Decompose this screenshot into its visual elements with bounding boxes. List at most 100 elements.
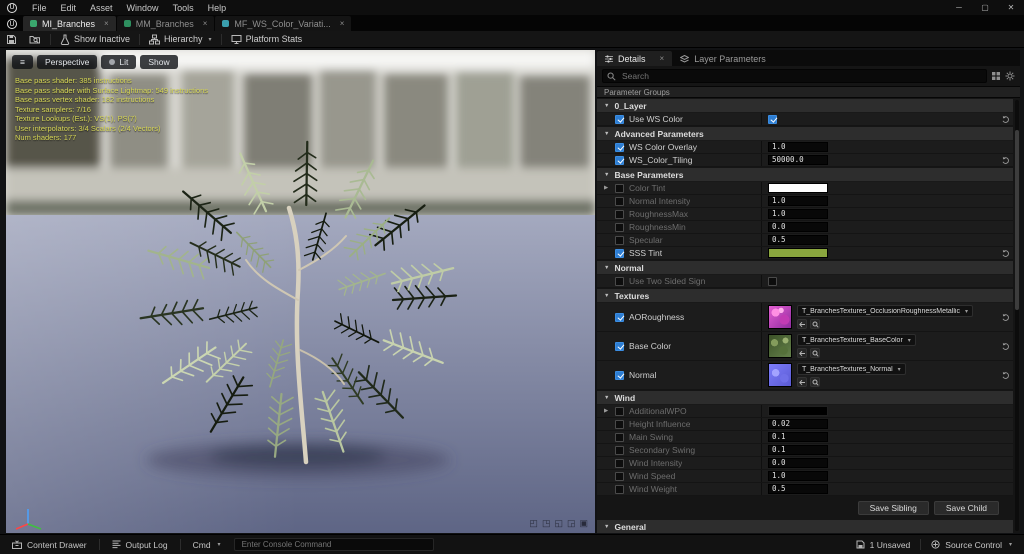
use-selected-asset-icon[interactable] (797, 348, 807, 358)
texture-thumbnail[interactable] (768, 305, 792, 329)
group-header-textures[interactable]: ▼ Textures (597, 289, 1013, 303)
tab-details[interactable]: Details × (597, 51, 673, 66)
lit-mode-button[interactable]: Lit (101, 55, 137, 69)
texture-thumbnail[interactable] (768, 363, 792, 387)
tab-layer-parameters[interactable]: Layer Parameters (672, 51, 774, 66)
number-field[interactable]: 0.1 (768, 432, 828, 442)
bool-value-checkbox[interactable] (768, 276, 777, 286)
texture-thumbnail[interactable] (768, 334, 792, 358)
reset-to-default-icon[interactable] (1000, 340, 1012, 352)
number-field[interactable]: 0.5 (768, 484, 828, 494)
texture-asset-combo[interactable]: T_BranchesTextures_OcclusionRoughnessMet… (797, 305, 973, 317)
show-flags-button[interactable]: Show (140, 55, 178, 69)
unsaved-assets-button[interactable]: 1 Unsaved (849, 535, 918, 554)
cmd-dropdown[interactable]: Cmd ▾ (186, 535, 228, 554)
number-field[interactable]: 0.0 (768, 222, 828, 232)
search-input[interactable] (620, 70, 982, 82)
browse-to-asset-icon[interactable] (810, 348, 820, 358)
tab-close-icon[interactable]: × (104, 19, 109, 28)
group-header-0-layer[interactable]: ▼ 0_Layer (597, 99, 1013, 113)
browse-to-asset-icon[interactable] (810, 319, 820, 329)
group-header-normal[interactable]: ▼ Normal (597, 261, 1013, 275)
param-enable-checkbox[interactable] (615, 370, 624, 380)
number-field[interactable]: 0.1 (768, 445, 828, 455)
number-field[interactable]: 0.0 (768, 458, 828, 468)
param-enable-checkbox[interactable] (615, 276, 624, 286)
param-enable-checkbox[interactable] (615, 471, 624, 481)
param-enable-checkbox[interactable] (615, 484, 624, 494)
param-enable-checkbox[interactable] (615, 114, 624, 124)
gear-icon[interactable] (1005, 71, 1015, 81)
param-enable-checkbox[interactable] (615, 142, 624, 152)
param-enable-checkbox[interactable] (615, 341, 624, 351)
reset-to-default-icon[interactable] (1000, 311, 1012, 323)
param-enable-checkbox[interactable] (615, 419, 624, 429)
param-enable-checkbox[interactable] (615, 155, 624, 165)
group-header-base-parameters[interactable]: ▼ Base Parameters (597, 168, 1013, 182)
reset-to-default-icon[interactable] (1000, 113, 1012, 125)
number-field[interactable]: 1.0 (768, 142, 828, 152)
group-header-advanced-parameters[interactable]: ▼ Advanced Parameters (597, 127, 1013, 141)
view-options-grid-icon[interactable] (991, 71, 1001, 81)
tab-close-icon[interactable]: × (203, 19, 208, 28)
tab-mm-branches[interactable]: MM_Branches × (116, 16, 215, 31)
menu-file[interactable]: File (25, 0, 54, 15)
perspective-button[interactable]: Perspective (36, 55, 98, 69)
param-enable-checkbox[interactable] (615, 312, 624, 322)
texture-asset-combo[interactable]: T_BranchesTextures_Normal ▾ (797, 363, 906, 375)
show-inactive-button[interactable]: Show Inactive (54, 31, 136, 47)
hierarchy-button[interactable]: Hierarchy ▾ (143, 31, 218, 47)
param-enable-checkbox[interactable] (615, 235, 624, 245)
menu-window[interactable]: Window (120, 0, 166, 15)
texture-asset-combo[interactable]: T_BranchesTextures_BaseColor ▾ (797, 334, 916, 346)
search-box[interactable] (602, 69, 987, 83)
number-field[interactable]: 1.0 (768, 471, 828, 481)
reset-to-default-icon[interactable] (1000, 154, 1012, 166)
param-enable-checkbox[interactable] (615, 432, 624, 442)
number-field[interactable]: 50000.0 (768, 155, 828, 165)
save-button[interactable] (0, 31, 23, 47)
param-enable-checkbox[interactable] (615, 183, 624, 193)
use-selected-asset-icon[interactable] (797, 377, 807, 387)
expander-icon[interactable]: ▶ (604, 408, 608, 414)
console-command-box[interactable] (233, 538, 434, 551)
number-field[interactable]: 1.0 (768, 196, 828, 206)
number-field[interactable]: 0.5 (768, 235, 828, 245)
number-field[interactable]: 0.02 (768, 419, 828, 429)
viewport-layout-icon[interactable]: ◲ (567, 518, 576, 529)
viewport-menu-button[interactable]: ≡ (12, 55, 33, 69)
browse-to-asset-button[interactable] (23, 31, 47, 47)
bool-value-checkbox[interactable] (768, 114, 777, 124)
tab-mf-ws-color-variation[interactable]: MF_WS_Color_Variati... × (215, 16, 352, 31)
scrollbar-thumb[interactable] (1015, 130, 1019, 310)
output-log-button[interactable]: Output Log (105, 535, 175, 554)
reset-to-default-icon[interactable] (1000, 247, 1012, 259)
source-control-button[interactable]: Source Control ▾ (924, 535, 1019, 554)
console-command-input[interactable] (239, 539, 428, 550)
maximize-button[interactable]: ▢ (972, 0, 998, 15)
platform-stats-button[interactable]: Platform Stats (225, 31, 309, 47)
menu-help[interactable]: Help (201, 0, 234, 15)
viewport-layout-icon[interactable]: ◱ (554, 518, 563, 529)
param-enable-checkbox[interactable] (615, 196, 624, 206)
param-enable-checkbox[interactable] (615, 445, 624, 455)
tab-mi-branches[interactable]: MI_Branches × (23, 16, 116, 31)
tab-close-icon[interactable]: × (660, 54, 665, 63)
param-enable-checkbox[interactable] (615, 248, 624, 258)
menu-tools[interactable]: Tools (166, 0, 201, 15)
group-header-general[interactable]: ▼ General (597, 520, 1013, 533)
maximize-viewport-icon[interactable]: ▣ (579, 518, 588, 529)
expander-icon[interactable]: ▶ (604, 185, 608, 191)
menu-asset[interactable]: Asset (83, 0, 120, 15)
param-enable-checkbox[interactable] (615, 458, 624, 468)
save-child-button[interactable]: Save Child (933, 501, 999, 515)
preview-viewport[interactable]: ≡ Perspective Lit Show Base pass shader:… (6, 50, 595, 533)
group-header-wind[interactable]: ▼ Wind (597, 391, 1013, 405)
menu-edit[interactable]: Edit (54, 0, 84, 15)
viewport-layout-icon[interactable]: ◰ (529, 518, 538, 529)
minimize-button[interactable]: ─ (946, 0, 972, 15)
close-button[interactable]: ✕ (998, 0, 1024, 15)
details-scrollbar[interactable] (1015, 100, 1019, 531)
tab-close-icon[interactable]: × (340, 19, 345, 28)
content-drawer-button[interactable]: Content Drawer (5, 535, 94, 554)
